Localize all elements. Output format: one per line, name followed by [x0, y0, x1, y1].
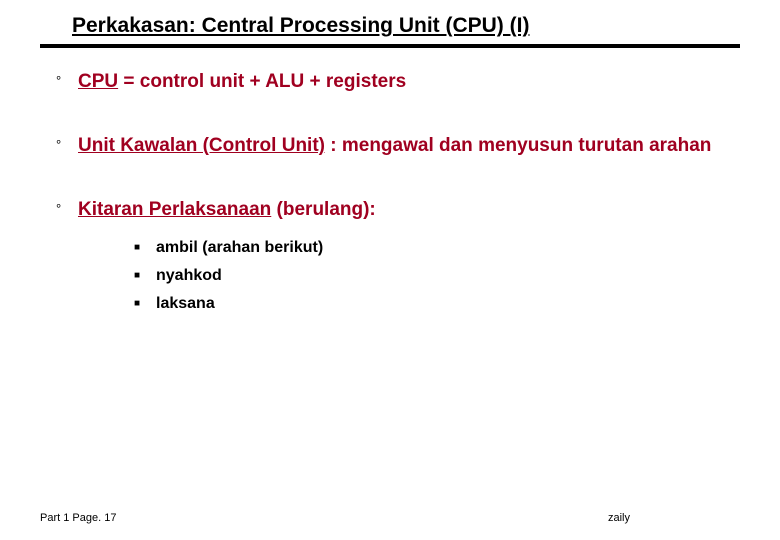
bullet-3-text: Kitaran Perlaksanaan (berulang): — [78, 198, 736, 222]
footer-page: Part 1 Page. 17 — [40, 512, 116, 524]
bullet-2-text: Unit Kawalan (Control Unit) : mengawal d… — [78, 134, 736, 158]
bullet-mark: ° — [56, 198, 78, 220]
footer-author: zaily — [608, 512, 630, 524]
bullet-3: ° Kitaran Perlaksanaan (berulang): — [56, 198, 736, 222]
square-bullet-icon: ■ — [134, 267, 156, 285]
slide: Perkakasan: Central Processing Unit (CPU… — [0, 0, 780, 540]
bullet-mark: ° — [56, 70, 78, 92]
bullet-2: ° Unit Kawalan (Control Unit) : mengawal… — [56, 134, 736, 158]
bullet-1: ° CPU = control unit + ALU + registers — [56, 70, 736, 94]
bullet-2-rest: : mengawal dan menyusun turutan arahan — [325, 135, 711, 156]
sub-item-2-text: nyahkod — [156, 267, 222, 285]
sub-item-3-text: laksana — [156, 295, 215, 313]
slide-title: Perkakasan: Central Processing Unit (CPU… — [72, 14, 529, 38]
sub-item-2: ■ nyahkod — [134, 267, 736, 285]
bullet-1-underline: CPU — [78, 71, 118, 92]
sub-item-1-text: ambil (arahan berikut) — [156, 239, 323, 257]
sub-list: ■ ambil (arahan berikut) ■ nyahkod ■ lak… — [134, 239, 736, 313]
bullet-3-rest: (berulang): — [271, 199, 376, 220]
bullet-mark: ° — [56, 134, 78, 156]
bullet-1-rest: = control unit + ALU + registers — [118, 71, 406, 92]
square-bullet-icon: ■ — [134, 295, 156, 313]
bullet-2-underline: Unit Kawalan (Control Unit) — [78, 135, 325, 156]
sub-item-1: ■ ambil (arahan berikut) — [134, 239, 736, 257]
slide-body: ° CPU = control unit + ALU + registers °… — [56, 70, 736, 323]
bullet-1-text: CPU = control unit + ALU + registers — [78, 70, 736, 94]
square-bullet-icon: ■ — [134, 239, 156, 257]
title-rule — [40, 44, 740, 48]
bullet-3-underline: Kitaran Perlaksanaan — [78, 199, 271, 220]
sub-item-3: ■ laksana — [134, 295, 736, 313]
